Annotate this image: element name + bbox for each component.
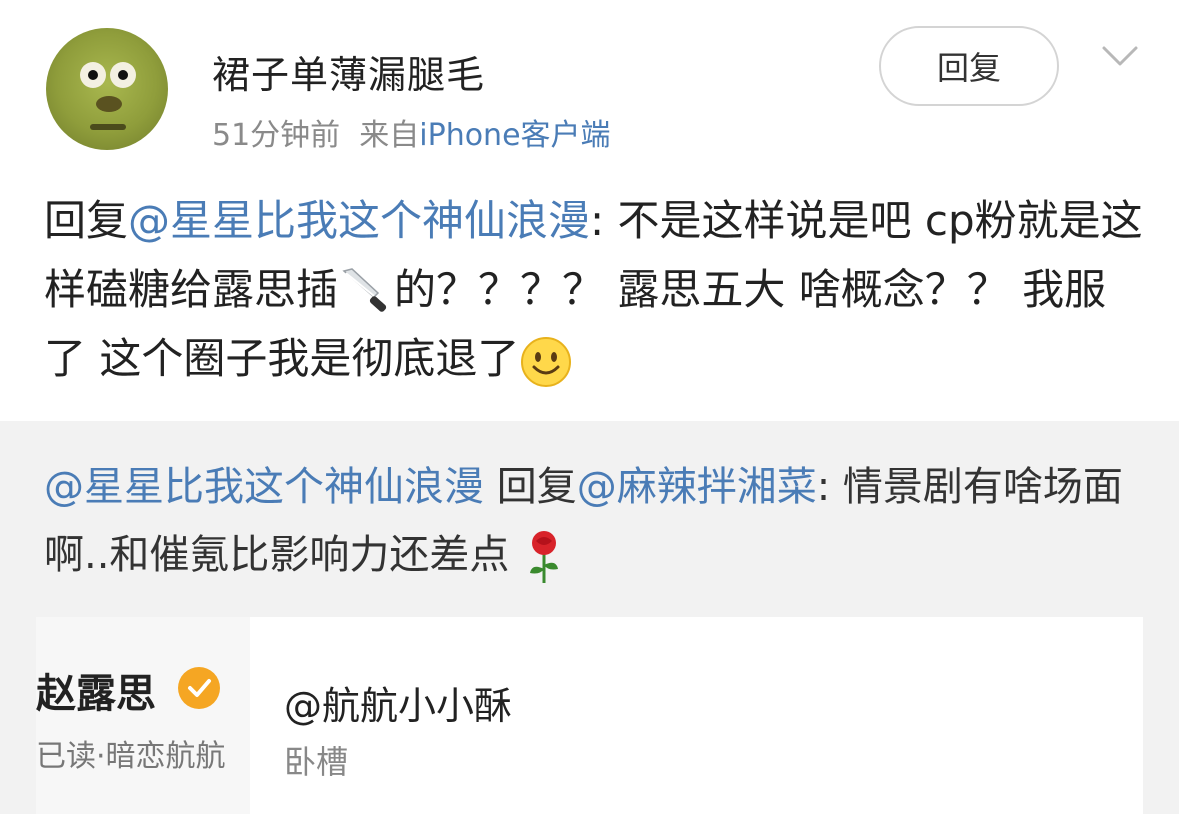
user-avatar[interactable]: [46, 28, 168, 150]
username[interactable]: 裙子单薄漏腿毛: [212, 44, 485, 99]
post-time: 51分钟前: [212, 118, 341, 153]
avatar-nose: [96, 96, 122, 112]
avatar-mouth: [90, 124, 126, 130]
post-body: 回复@星星比我这个神仙浪漫: 不是这样说是吧 cp粉就是这样磕糖给露思插 的？？…: [44, 186, 1144, 393]
avatar-eye-right: [110, 62, 136, 88]
from-label: 来自: [359, 118, 420, 153]
thumb-subtitle: 已读·暗恋航航: [36, 739, 226, 774]
quote-text: @星星比我这个神仙浪漫 回复@麻辣拌湘菜: 情景剧有啥场面啊..和催氪比影响力还…: [44, 453, 1144, 589]
knife-emoji: [342, 267, 387, 312]
smile-emoji: [521, 336, 572, 387]
quote-mention-1[interactable]: @星星比我这个神仙浪漫: [44, 464, 484, 510]
post-source[interactable]: iPhone客户端: [419, 118, 610, 153]
quote-reply-word: 回复: [484, 464, 577, 510]
share-card[interactable]: 赵露思 已读·暗恋航航 @航航小小酥 卧槽: [36, 617, 1143, 814]
chevron-down-icon[interactable]: [1100, 40, 1140, 70]
avatar-eye-left: [80, 62, 106, 88]
verified-badge-icon: [178, 667, 220, 709]
share-title[interactable]: @航航小小酥: [284, 675, 512, 730]
post-header: 裙子单薄漏腿毛 51分钟前 来自iPhone客户端 回复: [0, 0, 1179, 175]
share-thumbnail: 赵露思 已读·暗恋航航: [36, 617, 250, 814]
reply-button[interactable]: 回复: [879, 26, 1059, 106]
body-mention[interactable]: @星星比我这个神仙浪漫: [128, 196, 590, 245]
quoted-comment[interactable]: @星星比我这个神仙浪漫 回复@麻辣拌湘菜: 情景剧有啥场面啊..和催氪比影响力还…: [0, 421, 1179, 814]
post-meta: 51分钟前 来自iPhone客户端: [212, 110, 611, 154]
rose-emoji: [530, 531, 559, 583]
share-description: 卧槽: [284, 743, 349, 781]
quote-mention-2[interactable]: @麻辣拌湘菜: [577, 464, 817, 510]
body-prefix: 回复: [44, 196, 129, 245]
thumb-name: 赵露思: [36, 671, 156, 717]
